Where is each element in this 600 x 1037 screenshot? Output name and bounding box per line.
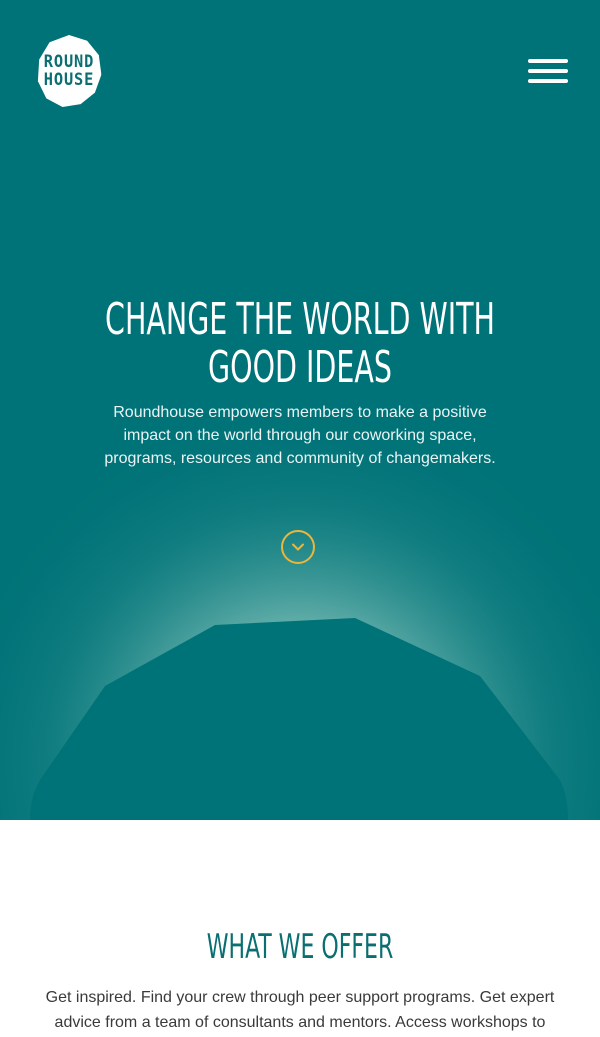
what-we-offer-heading: WHAT WE OFFER: [206, 927, 394, 967]
logo-text-house: HOUSE: [43, 70, 95, 90]
what-we-offer-text: Get inspired. Find your crew through pee…: [45, 989, 555, 1031]
hamburger-menu-icon: [528, 79, 568, 83]
hero-section: ROUND HOUSE CHANGE THE WORLD WITH GOOD I…: [0, 0, 600, 820]
logo-text-round: ROUND: [43, 52, 95, 72]
scroll-down-button[interactable]: [281, 530, 315, 564]
hero-title: CHANGE THE WORLD WITH GOOD IDEAS: [105, 294, 495, 393]
chevron-down-icon: [292, 543, 304, 551]
hero-description: Roundhouse empowers members to make a po…: [104, 404, 496, 467]
menu-button[interactable]: [528, 59, 568, 85]
hamburger-menu-icon: [528, 69, 568, 73]
hamburger-menu-icon: [528, 59, 568, 63]
